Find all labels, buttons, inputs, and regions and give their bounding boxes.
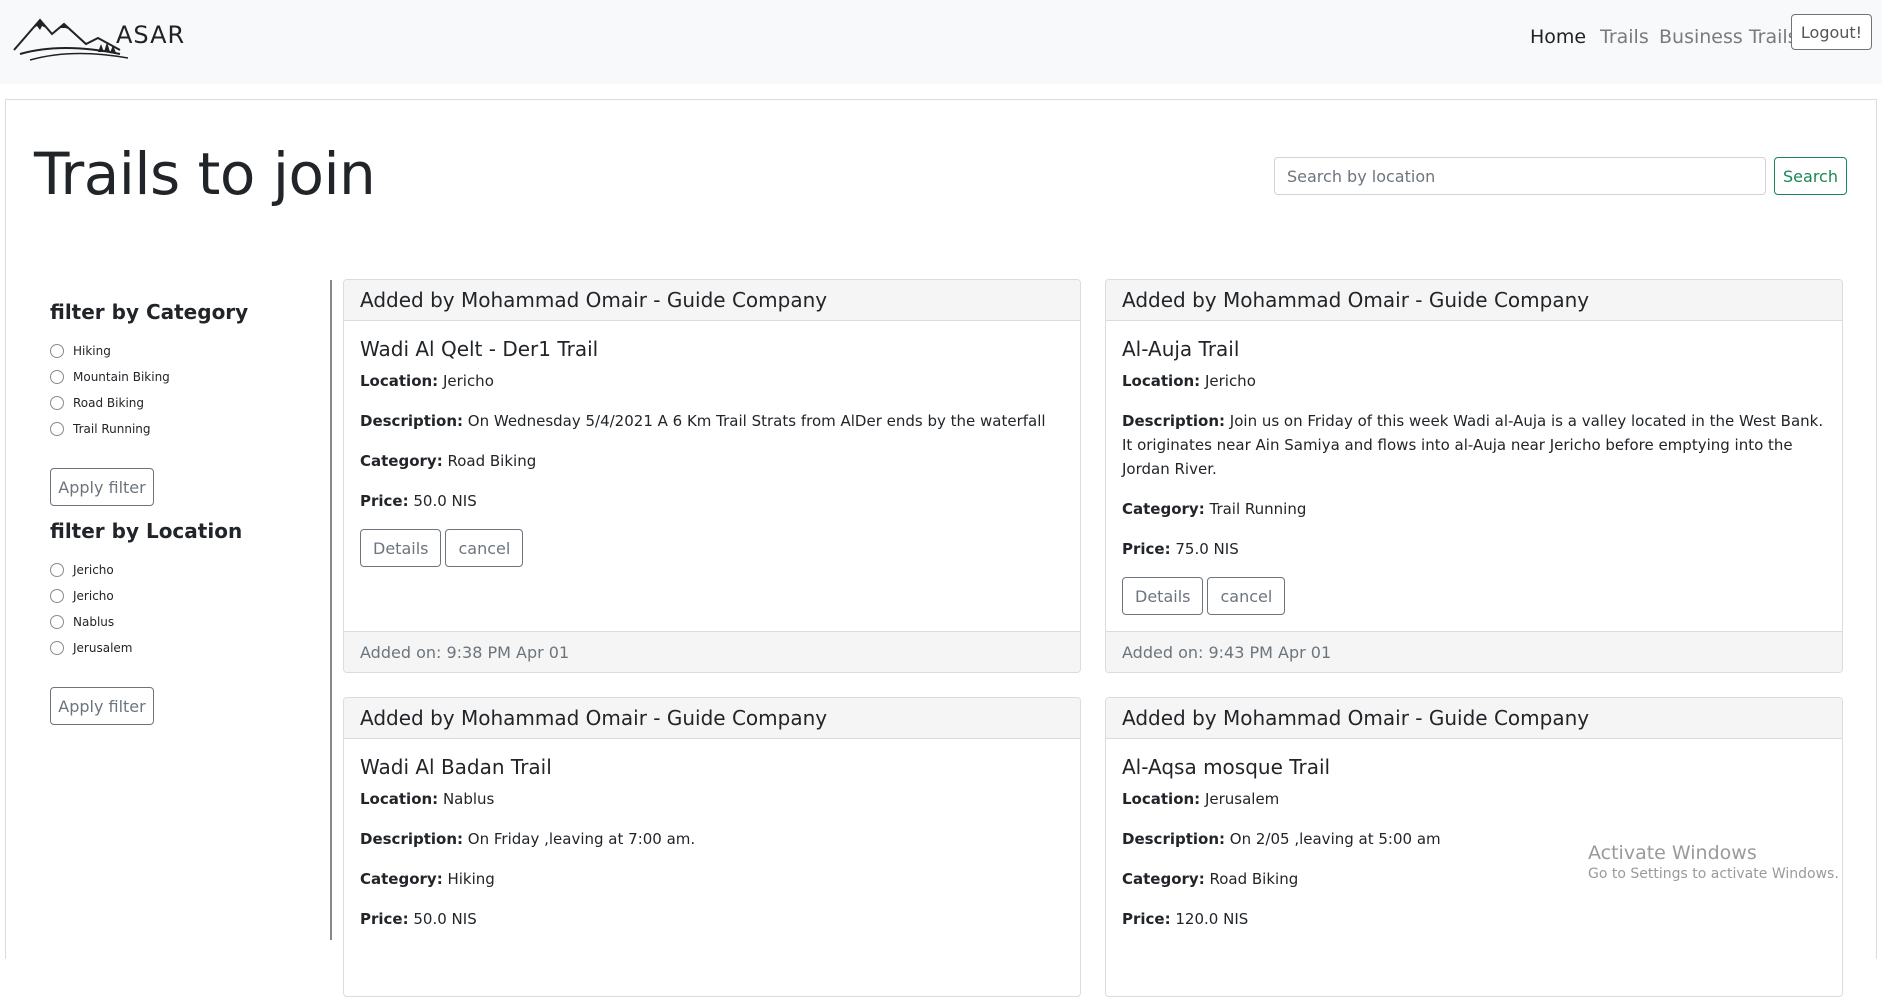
radio-button[interactable]	[50, 563, 64, 577]
trail-title: Wadi Al Qelt - Der1 Trail	[360, 337, 599, 361]
vertical-divider	[330, 280, 332, 940]
trail-location: Location: Jerusalem	[1122, 790, 1280, 808]
radio-button[interactable]	[50, 396, 64, 410]
activate-windows-watermark: Activate Windows Go to Settings to activ…	[1588, 842, 1839, 882]
card-header: Added by Mohammad Omair - Guide Company	[344, 698, 1080, 739]
trail-location: Location: Jericho	[360, 372, 494, 390]
option-label: Hiking	[73, 344, 111, 358]
trail-price: Price: 75.0 NIS	[1122, 540, 1239, 558]
brand-logo[interactable]: ASAR	[12, 14, 185, 64]
category-option-road-biking[interactable]: Road Biking	[50, 390, 320, 416]
trail-card: Added by Mohammad Omair - Guide Company …	[1105, 279, 1843, 673]
brand-name: ASAR	[116, 21, 186, 49]
location-option-jericho[interactable]: Jericho	[50, 557, 320, 583]
radio-button[interactable]	[50, 641, 64, 655]
trail-title: Wadi Al Badan Trail	[360, 755, 552, 779]
cancel-button[interactable]: cancel	[1207, 577, 1286, 615]
trail-category: Category: Trail Running	[1122, 500, 1307, 518]
filter-sidebar: filter by Category Hiking Mountain Bikin…	[50, 300, 320, 725]
nav-link-business-trails[interactable]: Business Trails	[1659, 26, 1798, 48]
details-button[interactable]: Details	[360, 529, 442, 567]
trail-description: Description: Join us on Friday of this w…	[1122, 412, 1824, 478]
trail-title: Al-Auja Trail	[1122, 337, 1240, 361]
card-header: Added by Mohammad Omair - Guide Company	[1106, 280, 1842, 321]
trail-location: Location: Jericho	[1122, 372, 1256, 390]
nav-link-trails[interactable]: Trails	[1600, 26, 1649, 48]
option-label: Trail Running	[73, 422, 151, 436]
trail-category: Category: Road Biking	[360, 452, 537, 470]
trail-title: Al-Aqsa mosque Trail	[1122, 755, 1331, 779]
trail-price: Price: 120.0 NIS	[1122, 910, 1249, 928]
trail-description: Description: On Friday ,leaving at 7:00 …	[360, 830, 696, 848]
card-header: Added by Mohammad Omair - Guide Company	[344, 280, 1080, 321]
card-footer: Added on: 9:38 PM Apr 01	[344, 631, 1080, 672]
option-label: Jericho	[73, 563, 114, 577]
card-footer: Added on: 9:43 PM Apr 01	[1106, 631, 1842, 672]
radio-button[interactable]	[50, 422, 64, 436]
trail-location: Location: Nablus	[360, 790, 495, 808]
option-label: Mountain Biking	[73, 370, 170, 384]
nav-link-home[interactable]: Home	[1530, 26, 1586, 48]
category-option-trail-running[interactable]: Trail Running	[50, 416, 320, 442]
apply-location-filter-button[interactable]: Apply filter	[50, 687, 154, 725]
trail-card: Added by Mohammad Omair - Guide Company …	[343, 697, 1081, 997]
trail-price: Price: 50.0 NIS	[360, 492, 477, 510]
option-label: Nablus	[73, 615, 115, 629]
watermark-title: Activate Windows	[1588, 842, 1757, 864]
trail-price: Price: 50.0 NIS	[360, 910, 477, 928]
category-filter-title: filter by Category	[50, 300, 249, 324]
radio-button[interactable]	[50, 589, 64, 603]
radio-button[interactable]	[50, 344, 64, 358]
category-option-hiking[interactable]: Hiking	[50, 338, 320, 364]
option-label: Road Biking	[73, 396, 144, 410]
option-label: Jericho	[73, 589, 114, 603]
trail-category: Category: Hiking	[360, 870, 495, 888]
location-option-jerusalem[interactable]: Jerusalem	[50, 635, 320, 661]
watermark-subtitle: Go to Settings to activate Windows.	[1588, 866, 1839, 882]
apply-category-filter-button[interactable]: Apply filter	[50, 468, 154, 506]
logout-button[interactable]: Logout!	[1791, 14, 1872, 50]
trail-card: Added by Mohammad Omair - Guide Company …	[343, 279, 1081, 673]
navbar: ASAR Home Trails Business Trails Logout!	[0, 0, 1882, 84]
search-button[interactable]: Search	[1774, 157, 1847, 195]
location-option-nablus[interactable]: Nablus	[50, 609, 320, 635]
radio-button[interactable]	[50, 615, 64, 629]
page-title: Trails to join	[34, 140, 376, 208]
location-filter-title: filter by Location	[50, 519, 243, 543]
cancel-button[interactable]: cancel	[445, 529, 524, 567]
card-header: Added by Mohammad Omair - Guide Company	[1106, 698, 1842, 739]
category-option-mountain-biking[interactable]: Mountain Biking	[50, 364, 320, 390]
trail-description: Description: On Wednesday 5/4/2021 A 6 K…	[360, 412, 1046, 430]
option-label: Jerusalem	[73, 641, 133, 655]
radio-button[interactable]	[50, 370, 64, 384]
details-button[interactable]: Details	[1122, 577, 1204, 615]
location-option-jericho-2[interactable]: Jericho	[50, 583, 320, 609]
search-input[interactable]	[1274, 157, 1766, 195]
